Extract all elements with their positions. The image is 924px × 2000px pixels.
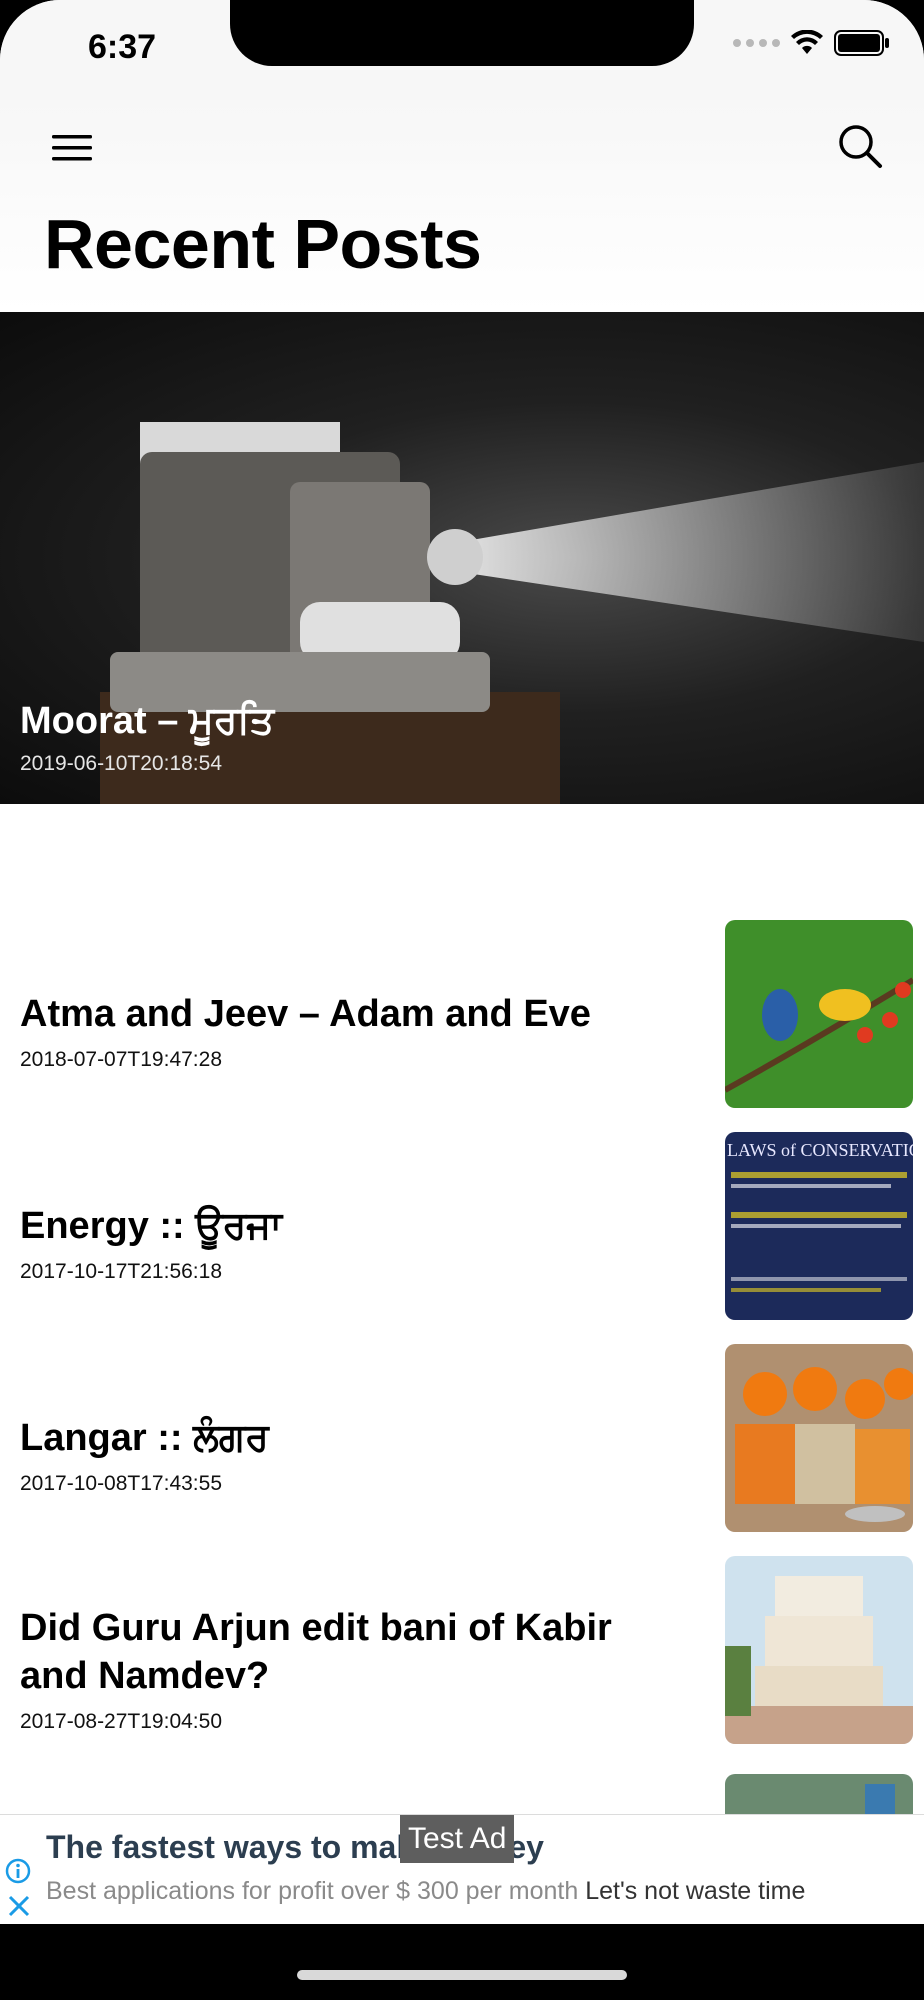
list-item[interactable]: Did Guru Arjun edit bani of Kabir and Na… — [0, 1556, 924, 1746]
post-title: Langar :: ਲੰਗਰ — [20, 1417, 269, 1459]
post-text: Did Guru Arjun edit bani of Kabir and Na… — [20, 1604, 670, 1734]
post-text: Atma and Jeev – Adam and Eve 2018-07-07T… — [20, 990, 670, 1072]
post-thumbnail — [725, 1344, 913, 1532]
page-title: Recent Posts — [44, 205, 482, 283]
app-screen: 6:37 Recent Posts Moorat – ਮੂਰਤਿ 2019-06… — [0, 0, 924, 1924]
post-thumbnail — [725, 920, 913, 1108]
list-item[interactable]: Atma and Jeev – Adam and Eve 2018-07-07T… — [0, 920, 924, 1110]
post-text: Langar :: ਲੰਗਰ 2017-10-08T17:43:55 — [20, 1414, 670, 1496]
post-date: 2018-07-07T19:47:28 — [20, 1048, 222, 1071]
post-text: Energy :: ਊਰਜਾ 2017-10-17T21:56:18 — [20, 1202, 670, 1284]
wifi-icon — [791, 30, 823, 54]
featured-post-date: 2019-06-10T20:18:54 — [20, 752, 222, 775]
ad-cta[interactable]: Let's not waste time — [585, 1877, 805, 1905]
featured-post-title: Moorat – ਮੂਰਤਿ — [20, 700, 275, 742]
post-thumbnail — [725, 1556, 913, 1744]
search-icon[interactable] — [836, 122, 884, 170]
post-date: 2017-10-08T17:43:55 — [20, 1472, 222, 1495]
post-title: Atma and Jeev – Adam and Eve — [20, 993, 591, 1035]
status-icons — [733, 30, 890, 56]
info-icon[interactable] — [4, 1857, 32, 1885]
post-title: Energy :: ਊਰਜਾ — [20, 1205, 282, 1247]
post-date: 2017-10-17T21:56:18 — [20, 1260, 222, 1283]
post-date: 2017-08-27T19:04:50 — [20, 1710, 222, 1733]
ad-body: Best applications for profit over $ 300 … — [46, 1877, 805, 1906]
list-item[interactable]: Langar :: ਲੰਗਰ 2017-10-08T17:43:55 — [0, 1344, 924, 1534]
post-title: Did Guru Arjun edit bani of Kabir and Na… — [20, 1607, 612, 1697]
cellular-signal-icon — [733, 39, 780, 47]
navigation-bar: Recent Posts — [0, 100, 924, 312]
list-item[interactable]: Energy :: ਊਰਜਾ 2017-10-17T21:56:18 LAWS … — [0, 1132, 924, 1322]
post-thumbnail — [725, 1774, 913, 1814]
ad-label: Test Ad — [400, 1815, 515, 1863]
home-indicator[interactable] — [297, 1970, 627, 1980]
ad-banner[interactable]: Test Ad The fastest ways to make money B… — [0, 1814, 924, 1924]
device-notch — [230, 0, 694, 66]
close-icon[interactable] — [6, 1893, 32, 1919]
status-time: 6:37 — [88, 28, 157, 66]
thumbnail-heading: LAWS of CONSERVATIO — [727, 1140, 913, 1160]
battery-icon — [834, 30, 889, 56]
post-thumbnail: LAWS of CONSERVATIO — [725, 1132, 913, 1320]
hamburger-menu-icon[interactable] — [50, 126, 94, 170]
ad-body-text: Best applications for profit over $ 300 … — [46, 1877, 579, 1905]
featured-post-card[interactable]: Moorat – ਮੂਰਤਿ 2019-06-10T20:18:54 — [0, 312, 924, 804]
